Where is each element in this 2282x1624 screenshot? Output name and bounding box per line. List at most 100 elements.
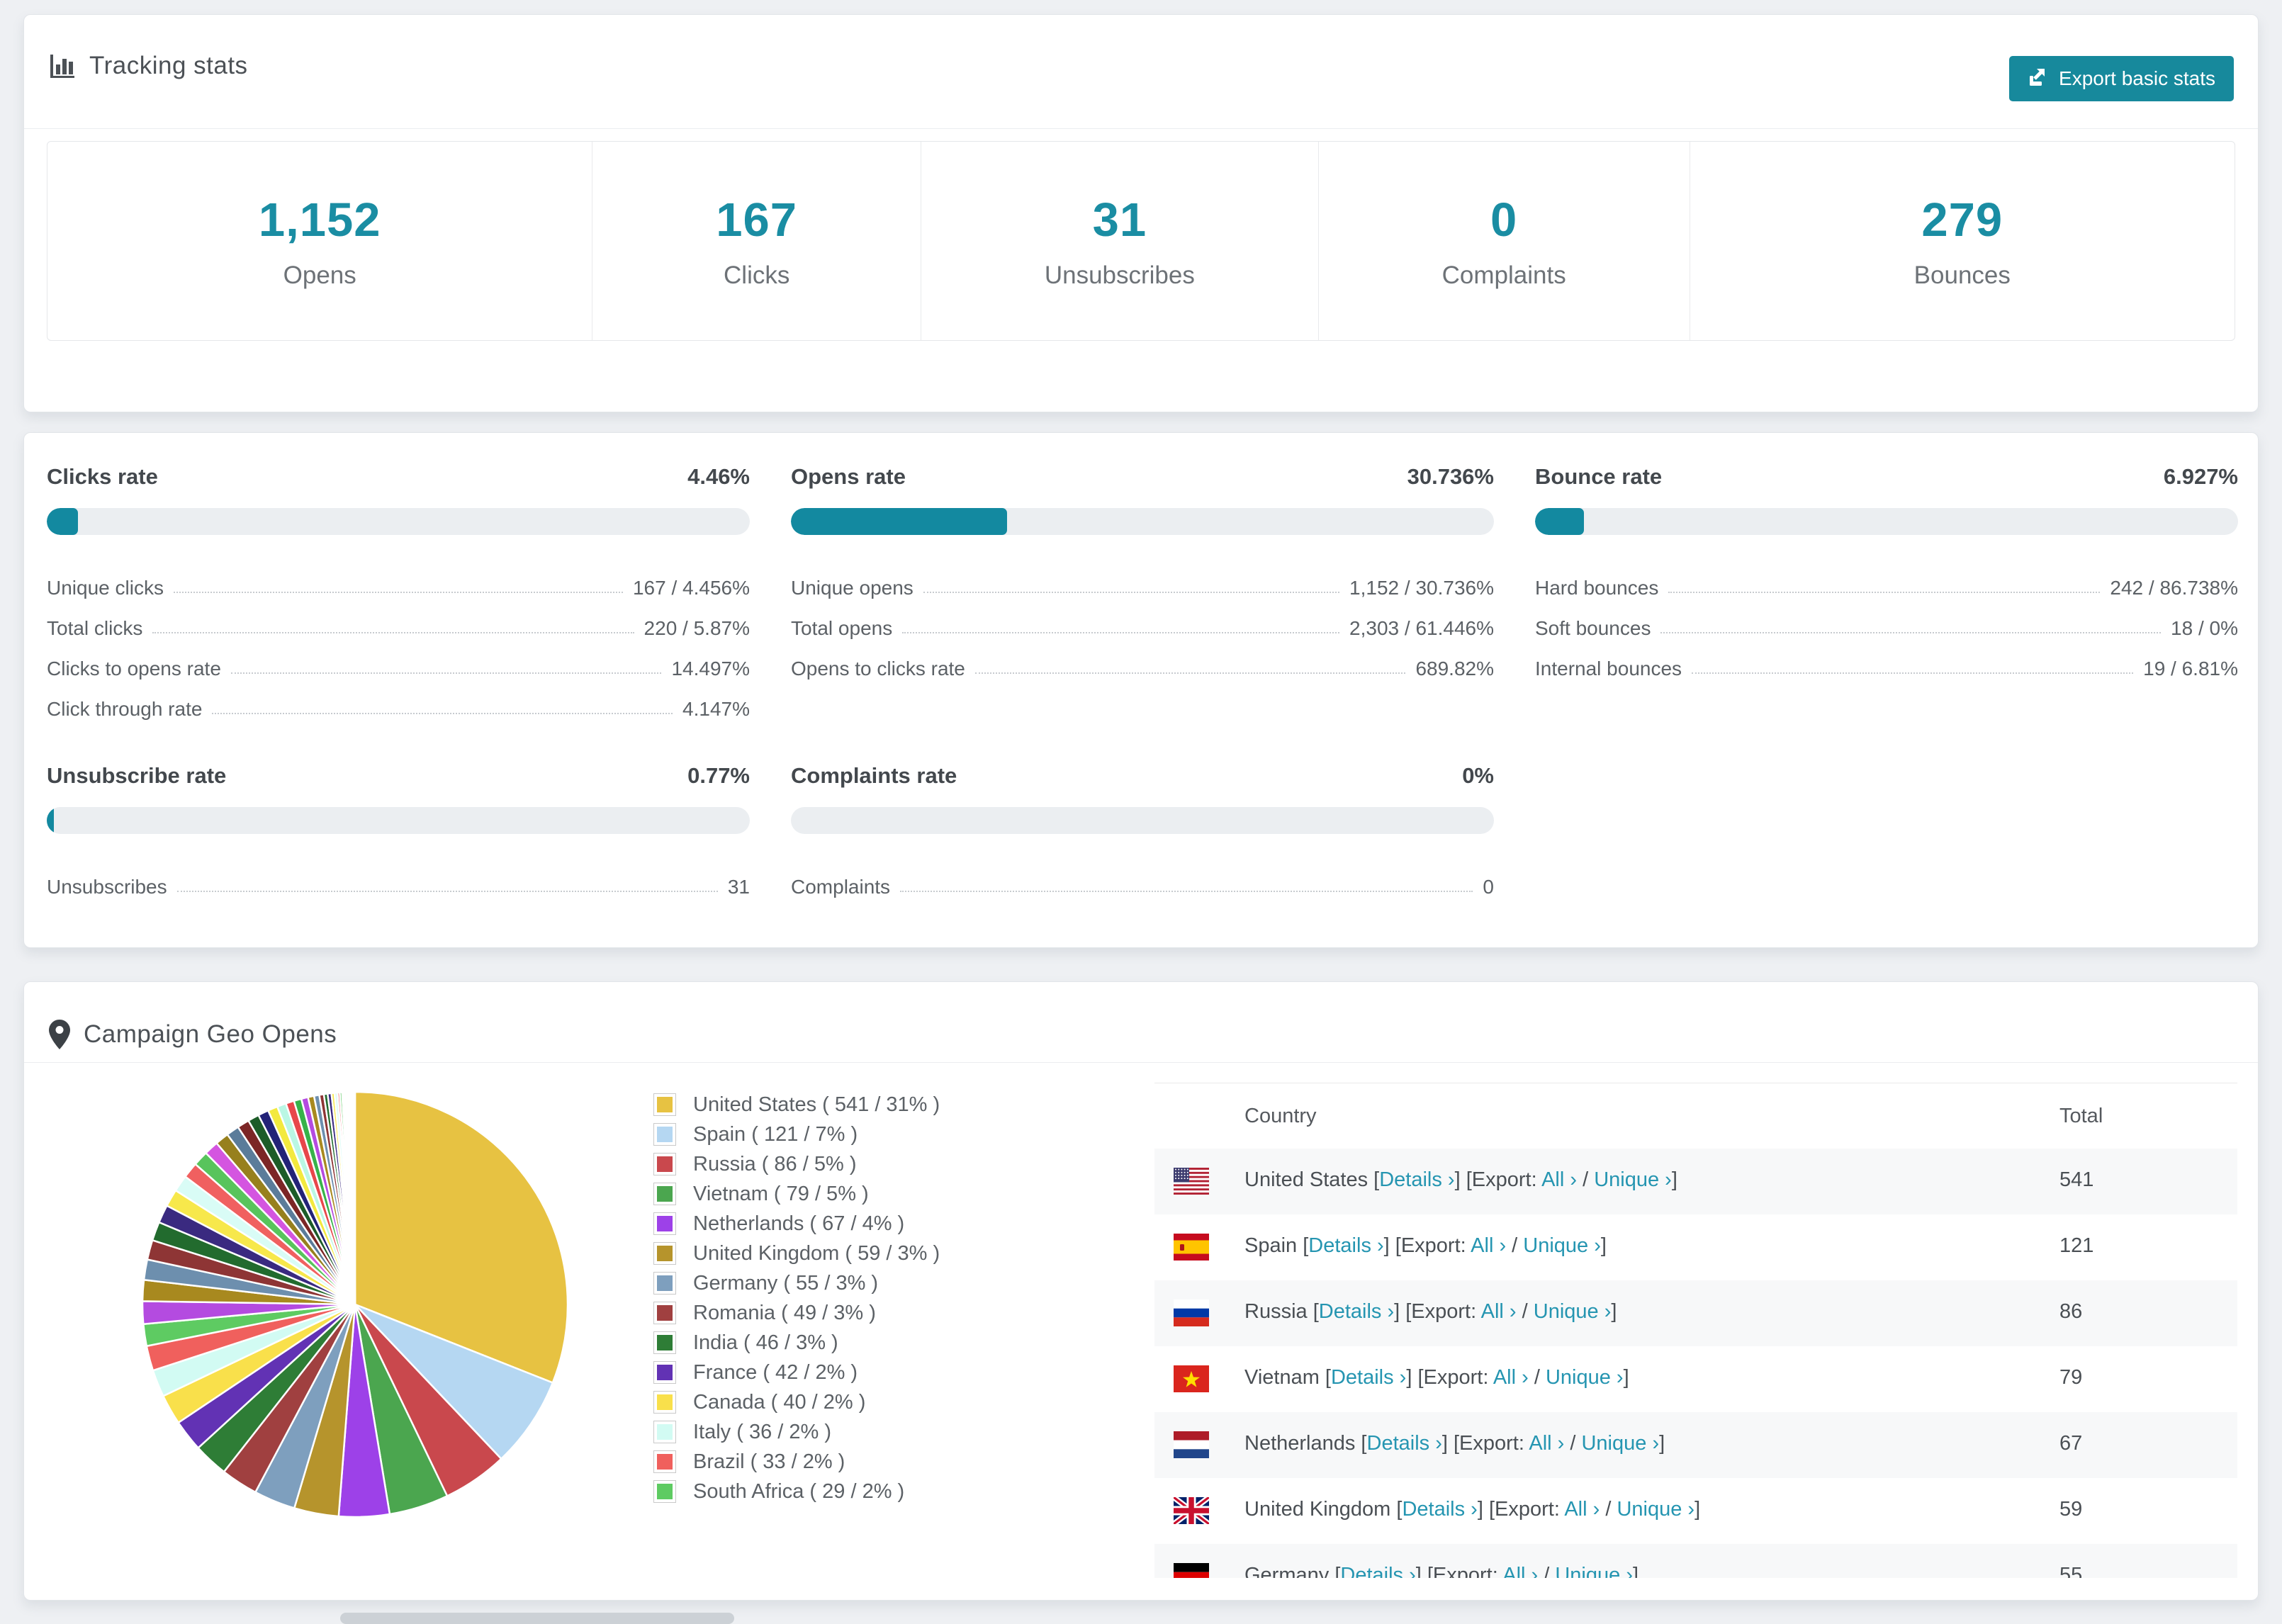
legend-item-united-states[interactable]: United States ( 541 / 31% ) xyxy=(653,1090,940,1120)
rate-detail-value: 31 xyxy=(727,876,750,898)
flag-icon-ru xyxy=(1174,1299,1209,1326)
country-cell: Spain [Details ›] [Export: All › / Uniqu… xyxy=(1244,1234,1607,1257)
export-all-link[interactable]: All › xyxy=(1541,1168,1577,1191)
rate-title: Unsubscribe rate xyxy=(47,763,227,788)
rate-detail-label: Click through rate xyxy=(47,698,203,720)
column-header-country: Country xyxy=(1244,1105,1317,1127)
total-cell: 121 xyxy=(2059,1234,2094,1257)
legend-item-south-africa[interactable]: South Africa ( 29 / 2% ) xyxy=(653,1477,940,1506)
export-unique-link[interactable]: Unique › xyxy=(1617,1498,1694,1521)
legend-item-canada[interactable]: Canada ( 40 / 2% ) xyxy=(653,1387,940,1417)
pie-slice-55 xyxy=(353,1090,356,1306)
export-unique-link[interactable]: Unique › xyxy=(1555,1564,1633,1578)
stat-value: 279 xyxy=(1921,193,2003,247)
export-unique-link[interactable]: Unique › xyxy=(1581,1432,1659,1455)
country-cell: Germany [Details ›] [Export: All › / Uni… xyxy=(1244,1564,1639,1578)
rate-detail-label: Total clicks xyxy=(47,617,143,639)
geo-pie-legend: United States ( 541 / 31% ) Spain ( 121 /… xyxy=(653,1090,940,1506)
tracking-stats-card: Tracking stats Export basic stats 1,152 O… xyxy=(23,14,2259,412)
details-link[interactable]: Details › xyxy=(1379,1168,1454,1191)
rate-detail-label: Unsubscribes xyxy=(47,876,167,898)
total-cell: 79 xyxy=(2059,1366,2083,1389)
export-icon xyxy=(2028,66,2049,92)
rate-title: Bounce rate xyxy=(1535,464,1663,489)
legend-item-india[interactable]: India ( 46 / 3% ) xyxy=(653,1328,940,1358)
legend-item-brazil[interactable]: Brazil ( 33 / 2% ) xyxy=(653,1447,940,1477)
geo-table-row-united-kingdom: United Kingdom [Details ›] [Export: All … xyxy=(1154,1478,2237,1544)
rate-detail-row: Unique clicks 167 / 4.456% xyxy=(47,559,750,599)
legend-item-united-kingdom[interactable]: United Kingdom ( 59 / 3% ) xyxy=(653,1239,940,1268)
header-divider xyxy=(24,128,2258,129)
flag-icon-nl xyxy=(1174,1431,1209,1458)
export-all-link[interactable]: All › xyxy=(1471,1234,1506,1257)
rate-detail-value: 1,152 / 30.736% xyxy=(1349,577,1494,599)
legend-swatch xyxy=(653,1302,676,1324)
flag-icon-gb xyxy=(1174,1497,1209,1524)
legend-item-germany[interactable]: Germany ( 55 / 3% ) xyxy=(653,1268,940,1298)
legend-item-russia[interactable]: Russia ( 86 / 5% ) xyxy=(653,1149,940,1179)
stat-value: 0 xyxy=(1490,193,1518,247)
rate-detail-label: Soft bounces xyxy=(1535,617,1651,639)
rate-detail-row: Total clicks 220 / 5.87% xyxy=(47,599,750,640)
legend-label: Romania ( 49 / 3% ) xyxy=(693,1301,876,1324)
export-all-link[interactable]: All › xyxy=(1564,1498,1600,1521)
rate-value: 4.46% xyxy=(687,464,750,489)
rate-progress-track xyxy=(791,807,1494,834)
rate-detail-label: Opens to clicks rate xyxy=(791,658,965,680)
details-link[interactable]: Details › xyxy=(1402,1498,1477,1521)
legend-item-france[interactable]: France ( 42 / 2% ) xyxy=(653,1358,940,1387)
rate-progress-track xyxy=(1535,508,2238,535)
legend-swatch xyxy=(653,1153,676,1175)
rate-detail-label: Hard bounces xyxy=(1535,577,1659,599)
details-link[interactable]: Details › xyxy=(1340,1564,1415,1578)
horizontal-scrollbar-thumb[interactable] xyxy=(340,1613,734,1624)
stat-value: 167 xyxy=(716,193,798,247)
details-link[interactable]: Details › xyxy=(1367,1432,1442,1455)
rate-detail-row: Unsubscribes 31 xyxy=(47,858,750,898)
legend-item-netherlands[interactable]: Netherlands ( 67 / 4% ) xyxy=(653,1209,940,1239)
export-unique-link[interactable]: Unique › xyxy=(1523,1234,1601,1257)
export-all-link[interactable]: All › xyxy=(1481,1300,1517,1323)
geo-title: Campaign Geo Opens xyxy=(84,1020,337,1048)
rate-progress-track xyxy=(791,508,1494,535)
rate-title: Opens rate xyxy=(791,464,906,489)
legend-item-italy[interactable]: Italy ( 36 / 2% ) xyxy=(653,1417,940,1447)
rate-detail-row: Unique opens 1,152 / 30.736% xyxy=(791,559,1494,599)
dotted-leader xyxy=(212,712,673,714)
export-all-link[interactable]: All › xyxy=(1493,1366,1529,1389)
rate-detail-value: 167 / 4.456% xyxy=(632,577,750,599)
geo-table-row-netherlands: Netherlands [Details ›] [Export: All › /… xyxy=(1154,1412,2237,1478)
rate-detail-label: Unique clicks xyxy=(47,577,164,599)
rate-detail-row: Total opens 2,303 / 61.446% xyxy=(791,599,1494,640)
legend-item-vietnam[interactable]: Vietnam ( 79 / 5% ) xyxy=(653,1179,940,1209)
geo-table-row-vietnam: Vietnam [Details ›] [Export: All › / Uni… xyxy=(1154,1346,2237,1412)
country-cell: Vietnam [Details ›] [Export: All › / Uni… xyxy=(1244,1366,1629,1389)
export-unique-link[interactable]: Unique › xyxy=(1546,1366,1624,1389)
column-header-total: Total xyxy=(2059,1105,2103,1127)
legend-swatch xyxy=(653,1242,676,1265)
legend-item-spain[interactable]: Spain ( 121 / 7% ) xyxy=(653,1120,940,1149)
details-link[interactable]: Details › xyxy=(1308,1234,1383,1257)
export-unique-link[interactable]: Unique › xyxy=(1594,1168,1672,1191)
campaign-geo-opens-card: Campaign Geo Opens United States ( 541 /… xyxy=(23,981,2259,1601)
details-link[interactable]: Details › xyxy=(1319,1300,1394,1323)
legend-item-romania[interactable]: Romania ( 49 / 3% ) xyxy=(653,1298,940,1328)
legend-swatch xyxy=(653,1331,676,1354)
stat-label: Clicks xyxy=(724,261,790,289)
details-link[interactable]: Details › xyxy=(1331,1366,1406,1389)
export-unique-link[interactable]: Unique › xyxy=(1534,1300,1612,1323)
legend-label: South Africa ( 29 / 2% ) xyxy=(693,1479,905,1503)
country-cell: United Kingdom [Details ›] [Export: All … xyxy=(1244,1498,1701,1521)
country-cell: United States [Details ›] [Export: All ›… xyxy=(1244,1168,1677,1191)
country-cell: Russia [Details ›] [Export: All › / Uniq… xyxy=(1244,1300,1617,1323)
stat-label: Bounces xyxy=(1913,261,2011,289)
export-all-link[interactable]: All › xyxy=(1502,1564,1538,1578)
export-basic-stats-button[interactable]: Export basic stats xyxy=(2009,56,2234,101)
export-all-link[interactable]: All › xyxy=(1529,1432,1564,1455)
tracking-stats-header: Tracking stats xyxy=(48,52,248,80)
rate-detail-row: Clicks to opens rate 14.497% xyxy=(47,640,750,680)
geo-header-divider xyxy=(24,1062,2258,1063)
rate-detail-value: 19 / 6.81% xyxy=(2143,658,2238,680)
legend-swatch xyxy=(653,1212,676,1235)
legend-label: Italy ( 36 / 2% ) xyxy=(693,1420,832,1443)
